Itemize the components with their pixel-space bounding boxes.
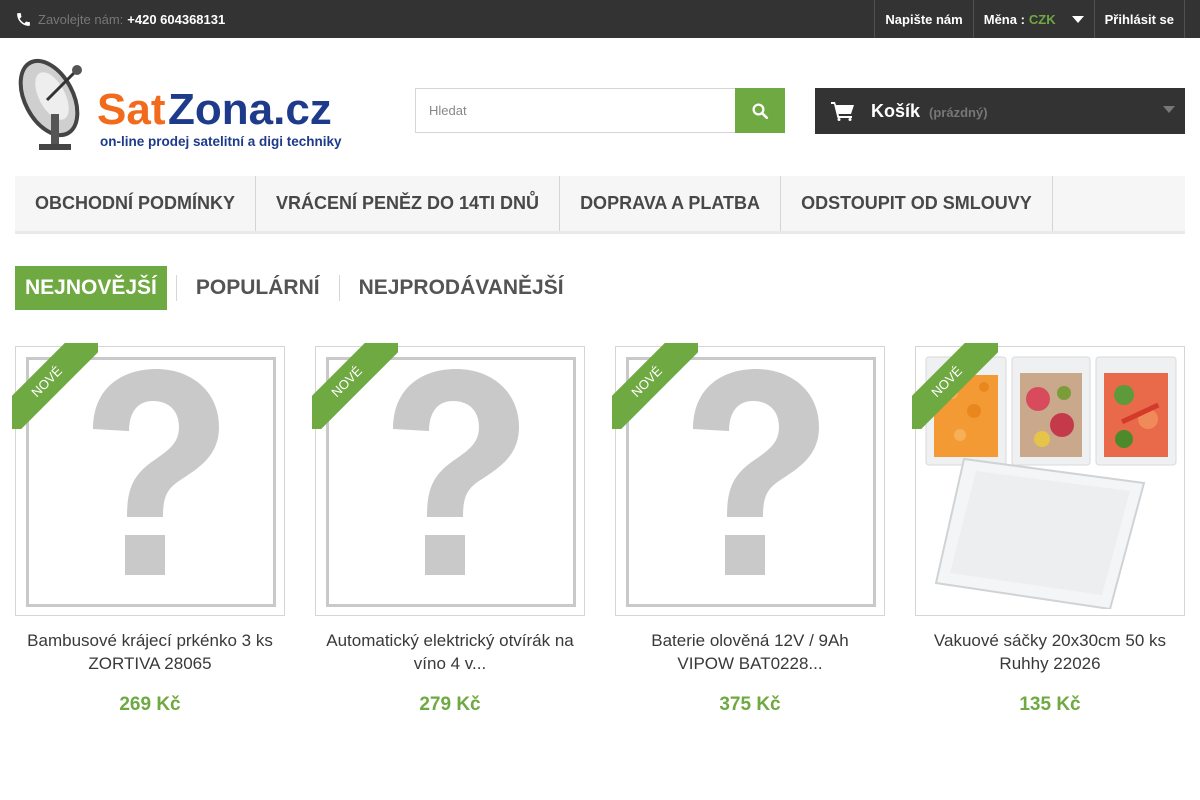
cart-icon: [831, 102, 854, 121]
product-tabs: Nejnovější Populární Nejprodávanější: [15, 266, 574, 310]
site-logo[interactable]: Sat Zona.cz on-line prodej satelitní a d…: [15, 52, 347, 152]
new-badge-label: Nové: [312, 343, 398, 429]
product-image-link[interactable]: Nové: [12, 343, 285, 616]
search-bar: [415, 88, 785, 133]
menu-item-withdrawal[interactable]: Odstoupit od smlouvy: [781, 176, 1053, 231]
top-nav: Napište nám Měna : CZK Přihlásit se: [874, 0, 1185, 38]
search-input[interactable]: [415, 88, 735, 133]
product-price: 279 Kč: [419, 694, 481, 715]
cart-block[interactable]: Košík (prázdný): [815, 88, 1185, 134]
logo-brand-sat: Sat: [97, 85, 166, 134]
product-name[interactable]: Vakuové sáčky 20x30cm 50 ks Ruhhy 22026: [915, 629, 1185, 675]
new-badge-label: Nové: [12, 343, 98, 429]
menu-item-terms[interactable]: Obchodní podmínky: [15, 176, 257, 231]
product-image-link[interactable]: Nové: [912, 343, 1185, 616]
new-badge: Nové: [12, 343, 98, 429]
product-name[interactable]: Bambusové krájecí prkénko 3 ks ZORTIVA 2…: [15, 629, 285, 675]
currency-label: Měna :: [983, 11, 1025, 27]
logo-tagline: on-line prodej satelitní a digi techniky: [100, 134, 342, 149]
currency-selector[interactable]: Měna : CZK: [972, 0, 1094, 38]
contact-link[interactable]: Napište nám: [874, 0, 972, 38]
product-card: Nové Bambusové krájecí prkénko 3 ks ZORT…: [12, 343, 285, 716]
product-name[interactable]: Automatický elektrický otvírák na víno 4…: [315, 629, 585, 675]
phone-label: Zavolejte nám:: [38, 11, 124, 27]
login-link[interactable]: Přihlásit se: [1093, 0, 1185, 38]
new-badge: Nové: [312, 343, 398, 429]
tab-newest[interactable]: Nejnovější: [15, 266, 167, 310]
tab-bestsellers[interactable]: Nejprodávanější: [349, 266, 574, 310]
tab-divider: [338, 275, 340, 301]
currency-value: CZK: [1028, 11, 1056, 27]
product-card: Nové Vakuové sáčky 20x30cm 50 ks Ruhhy 2…: [912, 343, 1185, 716]
new-badge-label: Nové: [612, 343, 698, 429]
phone-contact: Zavolejte nám: +420 604368131: [15, 0, 225, 38]
product-price: 135 Kč: [1019, 694, 1081, 715]
cart-label: Košík: [871, 100, 921, 121]
top-bar: Zavolejte nám: +420 604368131 Napište ná…: [0, 0, 1200, 38]
tab-popular[interactable]: Populární: [186, 266, 330, 310]
chevron-down-icon: [1163, 106, 1175, 113]
satzona-logo: Sat Zona.cz on-line prodej satelitní a d…: [15, 52, 342, 152]
new-badge: Nové: [612, 343, 698, 429]
cart-status: (prázdný): [929, 104, 988, 120]
new-badge-label: Nové: [912, 343, 998, 429]
product-price: 375 Kč: [719, 694, 781, 715]
menu-item-refund[interactable]: Vrácení peněz do 14ti dnů: [256, 176, 561, 231]
tab-divider: [175, 275, 177, 301]
main-menu: Obchodní podmínky Vrácení peněz do 14ti …: [15, 176, 1185, 234]
product-price: 269 Kč: [119, 694, 181, 715]
product-card: Nové Baterie olověná 12V / 9Ah VIPOW BAT…: [612, 343, 885, 716]
product-card: Nové Automatický elektrický otvírák na v…: [312, 343, 585, 716]
search-button[interactable]: [735, 88, 785, 133]
logo-brand-zona: Zona.cz: [168, 85, 332, 134]
product-image-link[interactable]: Nové: [612, 343, 885, 616]
product-image-link[interactable]: Nové: [312, 343, 585, 616]
new-badge: Nové: [912, 343, 998, 429]
menu-item-shipping[interactable]: Doprava a platba: [560, 176, 782, 231]
phone-icon: [17, 12, 30, 26]
product-name[interactable]: Baterie olověná 12V / 9Ah VIPOW BAT0228.…: [615, 629, 885, 675]
satellite-dish-icon: [15, 52, 95, 152]
phone-number[interactable]: +420 604368131: [127, 12, 225, 27]
search-icon: [752, 103, 769, 119]
chevron-down-icon: [1071, 15, 1084, 23]
